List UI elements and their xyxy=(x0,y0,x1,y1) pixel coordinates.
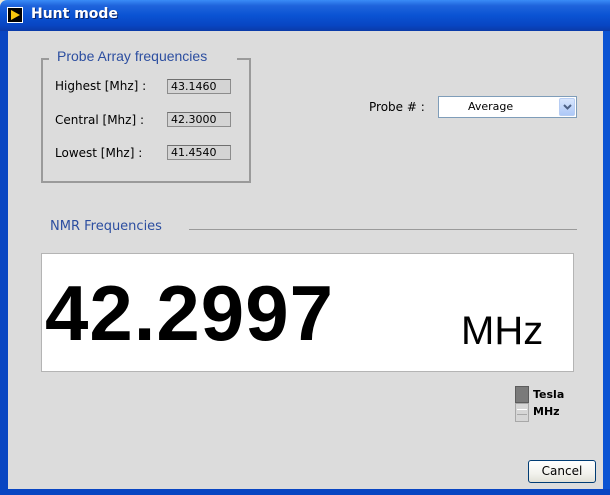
hunt-mode-window: Hunt mode Probe Array frequencies Highes… xyxy=(0,0,610,495)
lowest-freq-label: Lowest [Mhz] : xyxy=(55,146,143,160)
highest-freq-value: 43.1460 xyxy=(167,79,231,94)
window-frame-left xyxy=(0,31,8,495)
window-frame-right xyxy=(603,31,610,495)
probe-select[interactable]: Average xyxy=(438,96,577,118)
highest-freq-label: Highest [Mhz] : xyxy=(55,79,147,93)
app-icon xyxy=(7,7,23,23)
probe-array-legend: Probe Array frequencies xyxy=(57,48,208,64)
nmr-frequencies-label: NMR Frequencies xyxy=(50,219,162,234)
toggle-lower-half xyxy=(515,403,529,422)
title-bar: Hunt mode xyxy=(0,0,610,31)
nmr-frequency-unit: MHz xyxy=(461,309,544,353)
unit-toggle-switch[interactable] xyxy=(515,386,529,422)
nmr-divider xyxy=(189,229,577,230)
probe-label: Probe # : xyxy=(369,100,425,114)
window-title: Hunt mode xyxy=(31,6,118,22)
probe-selected-value: Average xyxy=(468,100,514,113)
window-frame-bottom xyxy=(0,489,610,495)
central-freq-label: Central [Mhz] : xyxy=(55,113,144,127)
toggle-label-mhz: MHz xyxy=(533,405,560,418)
group-border-top-left xyxy=(41,58,49,60)
group-border-top-right xyxy=(237,58,251,60)
cancel-button[interactable]: Cancel xyxy=(528,460,596,483)
toggle-label-tesla: Tesla xyxy=(533,388,565,401)
frequency-display: 42.2997 MHz xyxy=(41,253,574,372)
lowest-freq-value: 41.4540 xyxy=(167,145,231,160)
nmr-frequency-value: 42.2997 xyxy=(45,269,334,357)
chevron-down-icon[interactable] xyxy=(559,98,575,116)
central-freq-value: 42.3000 xyxy=(167,112,231,127)
toggle-upper-half xyxy=(515,386,529,403)
